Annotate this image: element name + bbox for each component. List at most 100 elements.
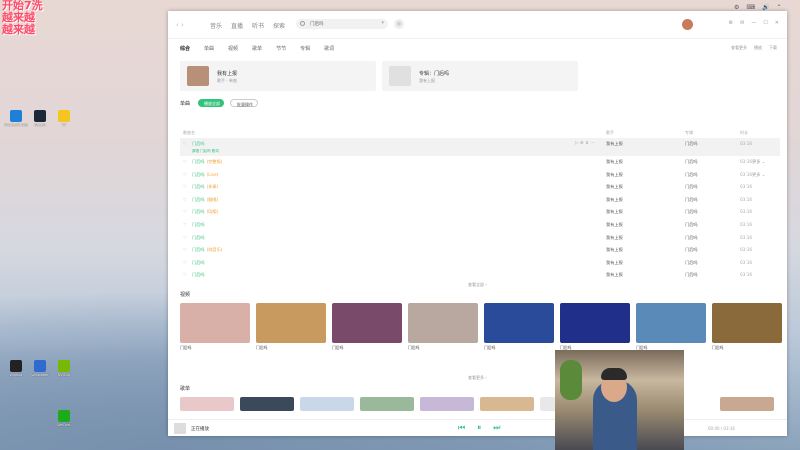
song-album[interactable]: 门后吗 [685,260,733,266]
playlist-card[interactable] [480,397,534,411]
next-icon[interactable]: ⏭ [493,423,500,433]
song-album[interactable]: 门后吗 [685,272,733,278]
forward-icon[interactable]: › [181,21,184,29]
table-row[interactable]: ♡ 门后吗 我有上报 门后吗 03:16 [180,257,780,270]
view-more-videos-link[interactable]: 查看更多 › [468,375,487,381]
video-card[interactable]: 门后吗 [332,303,402,351]
tab-lyrics[interactable]: 歌词 [324,45,334,52]
settings-icon[interactable]: ⚙ [734,4,739,11]
minimize-icon[interactable]: — [751,20,756,26]
table-row[interactable]: ♡ 门后吗 我有上报 门后吗 03:16 [180,219,780,232]
table-row[interactable]: ♡ 门后吗 (完整版) 我有上报 门后吗 03:16 更多 ⌄ [180,156,780,169]
download-link[interactable]: 下载 [769,45,777,51]
voice-search-icon[interactable]: ◎ [394,19,404,29]
settings-icon[interactable]: ⚙ [729,20,733,26]
song-singer[interactable]: 我有上报 [606,184,650,190]
volume-icon[interactable]: 🔊 [762,4,769,11]
desktop-icon[interactable]: YY [52,110,76,127]
album-card[interactable]: 专辑：门后吗 我有上报 [382,61,578,91]
song-album[interactable]: 门后吗 [685,235,733,241]
video-card[interactable]: 门后吗 [256,303,326,351]
song-singer[interactable]: 我有上报 [606,197,650,203]
tab-albums[interactable]: 专辑 [300,45,310,52]
tab-live[interactable]: 直播 [231,21,243,30]
table-row[interactable]: ♡ 门后吗 (伴奏) 我有上报 门后吗 03:16 [180,181,780,194]
song-album[interactable]: 门后吗 [685,184,733,190]
row-actions[interactable]: ▷ ⊕ ⬇ ⋯ [575,141,595,146]
back-icon[interactable]: ‹ [176,21,179,29]
song-singer[interactable]: 我有上报 [606,272,650,278]
table-row[interactable]: ♡ 门后吗 原唱 门后吗 歌词 ▷ ⊕ ⬇ ⋯ 我有上报 门后吗 03:16 [180,138,780,156]
like-icon[interactable]: ♡ [183,184,187,189]
mail-icon[interactable]: ✉ [740,20,744,26]
artist-card[interactable]: 我有上报 歌手 · 单曲 [180,61,376,91]
song-singer[interactable]: 我有上报 [606,141,650,147]
song-singer[interactable]: 我有上报 [606,260,650,266]
table-row[interactable]: ♡ 门后吗 (Live) 我有上报 门后吗 03:16 更多 ⌄ [180,169,780,182]
tab-audiobook[interactable]: 听书 [252,21,264,30]
song-singer[interactable]: 我有上报 [606,209,650,215]
batch-button[interactable]: 批量操作 [230,99,258,107]
song-album[interactable]: 门后吗 [685,159,733,165]
tab-music[interactable]: 音乐 [210,21,222,30]
tab-all[interactable]: 综合 [180,45,190,52]
song-album[interactable]: 门后吗 [685,247,733,253]
song-singer[interactable]: 我有上报 [606,222,650,228]
video-card[interactable]: 门后吗 [180,303,250,351]
tab-videos[interactable]: 视频 [228,45,238,52]
playlist-card[interactable] [180,397,234,411]
tab-explore[interactable]: 探索 [273,21,285,30]
tab-playlists[interactable]: 歌单 [252,45,262,52]
pause-icon[interactable]: ⏸ [477,423,481,433]
prev-icon[interactable]: ⏮ [458,423,465,433]
desktop-icon[interactable]: Winbox [4,360,28,377]
playlist-card[interactable] [720,397,774,411]
chevron-up-icon[interactable]: ⌃ [777,4,782,11]
playlist-card[interactable] [240,397,294,411]
maximize-icon[interactable]: ☐ [763,20,767,26]
table-row[interactable]: ♡ 门后吗 (翻唱) 我有上报 门后吗 03:16 [180,194,780,207]
desktop-icon[interactable]: Microsoft Edge [4,110,28,127]
like-icon[interactable]: ♡ [183,247,187,252]
song-singer[interactable]: 我有上报 [606,235,650,241]
like-icon[interactable]: ♡ [183,209,187,214]
table-row[interactable]: ♡ 门后吗 (纯音乐) 我有上报 门后吗 03:16 [180,244,780,257]
video-card[interactable]: 门后吗 [408,303,478,351]
playlist-card[interactable] [360,397,414,411]
like-icon[interactable]: ♡ [183,260,187,265]
avatar[interactable] [682,19,693,30]
close-icon[interactable]: ✕ [775,20,779,26]
play-link[interactable]: 播放 [754,45,762,51]
like-icon[interactable]: ♡ [183,159,187,164]
playlist-card[interactable] [420,397,474,411]
search-input[interactable]: 门后吗 ▾ [296,19,388,29]
like-icon[interactable]: ♡ [183,172,187,177]
song-singer[interactable]: 我有上报 [606,172,650,178]
table-row[interactable]: ♡ 门后吗 我有上报 门后吗 03:16 [180,232,780,245]
more-versions-link[interactable]: 更多 ⌄ [752,159,765,165]
desktop-icon[interactable]: WeChat [52,410,76,427]
song-album[interactable]: 门后吗 [685,141,733,147]
like-icon[interactable]: ♡ [183,141,187,146]
song-album[interactable]: 门后吗 [685,197,733,203]
video-card[interactable]: 门后吗 [560,303,630,351]
play-all-button[interactable]: 播放全部 [198,99,224,107]
view-more-link[interactable]: 查看更多 [731,45,747,51]
song-singer[interactable]: 我有上报 [606,247,650,253]
song-album[interactable]: 门后吗 [685,222,733,228]
song-album[interactable]: 门后吗 [685,209,733,215]
like-icon[interactable]: ♡ [183,197,187,202]
keyboard-icon[interactable]: ⌨ [746,4,755,11]
playlist-card[interactable] [300,397,354,411]
desktop-icon[interactable]: Steam [28,110,52,127]
like-icon[interactable]: ♡ [183,222,187,227]
like-icon[interactable]: ♡ [183,235,187,240]
like-icon[interactable]: ♡ [183,272,187,277]
table-row[interactable]: ♡ 门后吗 (DJ版) 我有上报 门后吗 03:16 [180,206,780,219]
desktop-icon[interactable]: Wallpaper [28,360,52,377]
video-card[interactable]: 门后吗 [484,303,554,351]
more-versions-link[interactable]: 更多 ⌄ [752,172,765,178]
song-album[interactable]: 门后吗 [685,172,733,178]
video-card[interactable]: 门后吗 [636,303,706,351]
tab-programs[interactable]: 节节 [276,45,286,52]
